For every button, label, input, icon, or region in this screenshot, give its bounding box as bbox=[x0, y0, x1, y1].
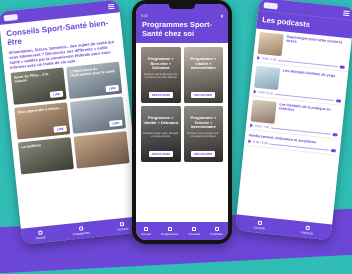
podcast-icon bbox=[305, 225, 310, 230]
program-title: Programme « Vitalité » Intermédiaire bbox=[190, 56, 217, 71]
nav-programs[interactable]: Programmes bbox=[161, 226, 179, 236]
nav-label: Podcasts bbox=[210, 231, 223, 236]
nav-label: Podcasts bbox=[300, 229, 314, 236]
program-title: Programme « Vitalité » Débutant bbox=[143, 115, 179, 125]
program-subtitle: Explorez pas à pas avec nos exercices po… bbox=[144, 73, 178, 80]
nav-advice[interactable]: Conseils bbox=[253, 220, 265, 230]
advice-icon bbox=[120, 221, 125, 226]
audio-time: 0:00 / 6:45 bbox=[253, 139, 268, 146]
nav-advice[interactable]: Conseils bbox=[188, 226, 201, 236]
program-subtitle: Boostez votre énergie avec nos séances t… bbox=[187, 132, 219, 139]
play-icon[interactable] bbox=[253, 89, 257, 94]
home-icon bbox=[143, 226, 148, 231]
advice-card[interactable]: LIRE bbox=[69, 96, 126, 134]
podcast-thumbnail bbox=[257, 31, 284, 57]
advice-icon bbox=[192, 226, 197, 231]
nav-podcasts[interactable]: Podcasts bbox=[301, 225, 314, 235]
hamburger-menu-icon[interactable] bbox=[343, 10, 350, 17]
program-card[interactable]: Programme « Vitalité » Débutant Coachés … bbox=[141, 106, 181, 162]
nav-label: Accueil bbox=[141, 231, 151, 236]
podcast-icon bbox=[214, 226, 219, 231]
nav-label: Conseils bbox=[188, 231, 201, 236]
podcast-thumbnail bbox=[250, 99, 277, 124]
play-icon[interactable] bbox=[248, 139, 252, 144]
play-icon[interactable] bbox=[249, 123, 254, 128]
right-phone-screen: Les podcasts Sophrologie pour lutter con… bbox=[235, 0, 352, 241]
home-icon bbox=[37, 230, 43, 235]
nav-home[interactable]: Accueil bbox=[141, 226, 151, 236]
audio-time: 0:00 / 7:07 bbox=[254, 123, 270, 130]
nav-label: Accueil bbox=[35, 234, 46, 240]
advice-card[interactable] bbox=[73, 131, 130, 169]
nav-podcasts[interactable]: Podcasts bbox=[210, 226, 223, 236]
nav-label: Conseils bbox=[253, 224, 266, 230]
app-logo[interactable] bbox=[263, 1, 279, 10]
nav-programs[interactable]: Programmes bbox=[72, 225, 90, 236]
program-card[interactable]: Programme « Tonicité » Intermédiaire Boo… bbox=[183, 106, 223, 162]
card-title bbox=[73, 100, 120, 105]
advice-card[interactable]: Pour apprendre à mieux... LIRE bbox=[14, 102, 71, 140]
read-button[interactable]: LIRE bbox=[49, 90, 64, 98]
program-card[interactable]: Programme « Bien-être » Débutant Explore… bbox=[141, 47, 181, 103]
download-icon[interactable] bbox=[339, 64, 345, 69]
advice-card-grid: Sport du Pilou... à la maison LIRE L'imp… bbox=[5, 61, 136, 175]
audio-time: 0:00 / 6:19 bbox=[258, 90, 273, 96]
programs-header: Programmes Sport-Santé chez soi bbox=[136, 19, 228, 43]
card-title: Pour apprendre à mieux... bbox=[17, 105, 62, 115]
nav-label: Programmes bbox=[72, 230, 90, 236]
advice-card[interactable]: Sport du Pilou... à la maison LIRE bbox=[10, 67, 67, 105]
read-button[interactable]: LIRE bbox=[53, 125, 67, 133]
phone-notch bbox=[169, 4, 195, 9]
bottom-nav: Accueil Programmes Conseils Podcasts bbox=[136, 222, 228, 240]
program-subtitle: Coachés à pas à pas - Bougez en toute sé… bbox=[143, 132, 179, 139]
card-title: La tradition bbox=[21, 143, 42, 150]
advice-icon bbox=[257, 220, 262, 225]
advice-card[interactable]: La tradition bbox=[17, 137, 74, 175]
programs-icon bbox=[78, 225, 83, 231]
program-grid: Programme « Bien-être » Débutant Explore… bbox=[136, 43, 228, 166]
nav-label: Conseils bbox=[116, 226, 129, 232]
download-icon[interactable] bbox=[332, 132, 338, 137]
discover-button[interactable]: DÉCOUVRIR bbox=[191, 151, 216, 157]
nav-advice[interactable]: Conseils bbox=[116, 221, 129, 232]
nav-home[interactable]: Accueil bbox=[35, 230, 46, 240]
play-icon[interactable] bbox=[256, 55, 261, 61]
center-phone-screen: 9:41 ▮ Programmes Sport-Santé chez soi P… bbox=[132, 0, 232, 244]
program-card[interactable]: Programme « Vitalité » Intermédiaire DÉC… bbox=[183, 47, 223, 103]
program-title: Programme « Bien-être » Débutant bbox=[147, 56, 174, 71]
podcast-thumbnail bbox=[254, 65, 281, 91]
battery-icon: ▮ bbox=[221, 14, 223, 18]
audio-time: 0:00 / 7:56 bbox=[261, 56, 277, 62]
status-time: 9:41 bbox=[141, 14, 148, 18]
hamburger-menu-icon[interactable] bbox=[107, 3, 115, 10]
page-title: Programmes Sport-Santé chez soi bbox=[142, 20, 213, 38]
programs-icon bbox=[167, 226, 172, 231]
read-button[interactable]: LIRE bbox=[105, 84, 120, 93]
program-title: Programme « Tonicité » Intermédiaire bbox=[190, 115, 217, 130]
card-title: Sport du Pilou... à la maison bbox=[13, 72, 49, 84]
discover-button[interactable]: DÉCOUVRIR bbox=[191, 92, 216, 98]
advice-card[interactable]: L'importance de l'hydratation pour la sa… bbox=[66, 61, 123, 99]
download-icon[interactable] bbox=[336, 98, 342, 103]
nav-label: Programmes bbox=[161, 231, 179, 236]
card-title: L'importance de l'hydratation pour la sa… bbox=[69, 66, 115, 78]
read-button[interactable]: LIRE bbox=[109, 119, 123, 127]
download-icon[interactable] bbox=[330, 148, 337, 153]
app-logo[interactable] bbox=[3, 13, 18, 21]
podcast-title: Les allongés bienfaits du yoga bbox=[282, 68, 336, 78]
left-phone-screen: Conseils Sport-Santé bien-être Alimentat… bbox=[0, 0, 143, 245]
discover-button[interactable]: DÉCOUVRIR bbox=[148, 151, 173, 157]
discover-button[interactable]: DÉCOUVRIR bbox=[148, 92, 173, 98]
